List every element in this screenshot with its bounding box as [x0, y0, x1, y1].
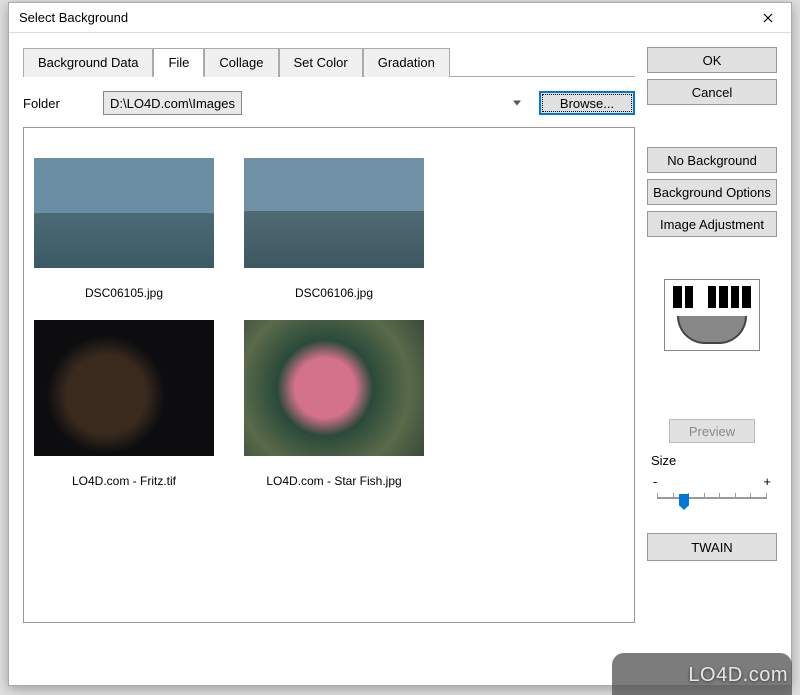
- preview-thumbnail: [664, 279, 760, 351]
- thumbnail-label: DSC06105.jpg: [85, 286, 163, 300]
- preview-curve-icon: [677, 316, 747, 344]
- folder-row: Folder D:\LO4D.com\Images Browse...: [23, 91, 635, 115]
- thumbnail-item[interactable]: DSC06106.jpg: [244, 158, 424, 300]
- slider-marks: - +: [651, 474, 773, 489]
- tab-label: Collage: [219, 55, 263, 70]
- thumbnail-grid: DSC06105.jpg DSC06106.jpg LO4D.com - Fri…: [34, 138, 624, 488]
- thumbnail-item[interactable]: LO4D.com - Fritz.tif: [34, 320, 214, 488]
- side-panel: OK Cancel No Background Background Optio…: [647, 47, 777, 623]
- thumbnail-label: DSC06106.jpg: [295, 286, 373, 300]
- thumbnail-image: [244, 320, 424, 456]
- thumbnail-label: LO4D.com - Fritz.tif: [72, 474, 176, 488]
- folder-label: Folder: [23, 96, 93, 111]
- tab-label: File: [168, 55, 189, 70]
- thumbnail-item[interactable]: DSC06105.jpg: [34, 158, 214, 300]
- tab-set-color[interactable]: Set Color: [279, 48, 363, 77]
- size-slider-group: - +: [647, 474, 777, 511]
- browse-button[interactable]: Browse...: [539, 91, 635, 115]
- thumbnail-label: LO4D.com - Star Fish.jpg: [266, 474, 401, 488]
- no-background-button[interactable]: No Background: [647, 147, 777, 173]
- main-panel: Background Data File Collage Set Color G…: [23, 47, 635, 623]
- folder-select-wrap: D:\LO4D.com\Images: [103, 91, 529, 115]
- window-title: Select Background: [19, 10, 128, 25]
- thumbnail-area[interactable]: DSC06105.jpg DSC06106.jpg LO4D.com - Fri…: [23, 127, 635, 623]
- tab-bar: Background Data File Collage Set Color G…: [23, 47, 635, 77]
- preview-piano-icon: [673, 286, 751, 308]
- thumbnail-image: [34, 320, 214, 456]
- close-button[interactable]: [745, 3, 791, 33]
- slider-line: [657, 497, 767, 499]
- twain-button[interactable]: TWAIN: [647, 533, 777, 561]
- thumbnail-image: [34, 158, 214, 268]
- tab-gradation[interactable]: Gradation: [363, 48, 450, 77]
- tab-background-data[interactable]: Background Data: [23, 48, 153, 77]
- thumbnail-item[interactable]: LO4D.com - Star Fish.jpg: [244, 320, 424, 488]
- dialog-window: Select Background Background Data File C…: [8, 2, 792, 686]
- preview-button[interactable]: Preview: [669, 419, 755, 443]
- titlebar: Select Background: [9, 3, 791, 33]
- tab-label: Set Color: [294, 55, 348, 70]
- close-icon: [763, 13, 773, 23]
- tab-collage[interactable]: Collage: [204, 48, 278, 77]
- size-slider[interactable]: [651, 491, 773, 511]
- watermark-text: LO4D.com: [688, 664, 788, 687]
- folder-select[interactable]: D:\LO4D.com\Images: [103, 91, 242, 115]
- thumbnail-image: [244, 158, 424, 268]
- ok-button[interactable]: OK: [647, 47, 777, 73]
- spacer: [647, 243, 777, 273]
- image-adjustment-button[interactable]: Image Adjustment: [647, 211, 777, 237]
- tab-file[interactable]: File: [153, 48, 204, 77]
- tab-label: Gradation: [378, 55, 435, 70]
- slider-thumb[interactable]: [679, 494, 689, 510]
- size-plus: +: [763, 474, 771, 489]
- background-options-button[interactable]: Background Options: [647, 179, 777, 205]
- tab-label: Background Data: [38, 55, 138, 70]
- spacer: [647, 111, 777, 141]
- size-label: Size: [651, 453, 777, 468]
- size-minus: -: [653, 474, 657, 489]
- spacer: [647, 357, 777, 413]
- cancel-button[interactable]: Cancel: [647, 79, 777, 105]
